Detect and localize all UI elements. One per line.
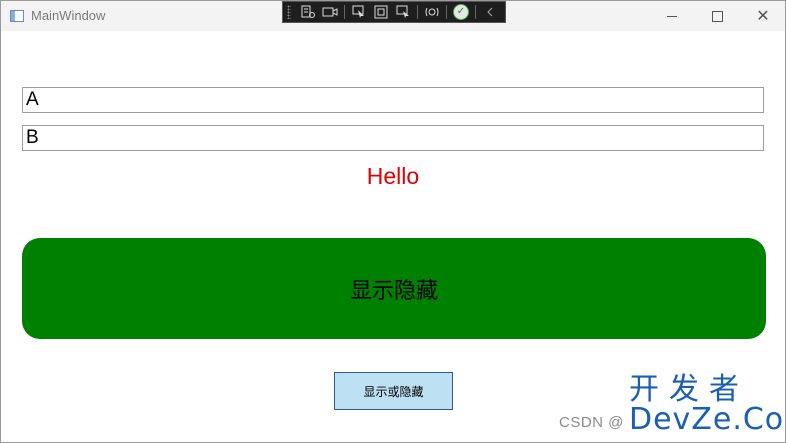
camera-icon[interactable]	[321, 4, 339, 20]
xaml-debug-toolbar: ✓	[282, 1, 506, 23]
check-circle-icon: ✓	[453, 4, 469, 20]
toggle-visibility-button[interactable]: 显示或隐藏	[334, 372, 453, 410]
track-focus-icon[interactable]	[394, 4, 412, 20]
textbox-a[interactable]: A	[22, 87, 764, 113]
check-icon[interactable]: ✓	[452, 4, 470, 20]
main-window: MainWindow ✕ ✓ A B Hello 显示隐藏 显示或隐藏 开发者 …	[0, 0, 786, 443]
toolbar-separator	[417, 5, 418, 19]
close-icon: ✕	[756, 6, 770, 25]
window-title: MainWindow	[31, 8, 106, 23]
app-icon	[10, 10, 24, 22]
watermark-brand-cn: 开发者	[629, 372, 749, 407]
hot-reload-icon[interactable]	[423, 4, 441, 20]
hello-label: Hello	[366, 163, 420, 189]
show-hide-button[interactable]: 显示隐藏	[22, 238, 766, 339]
watermark-csdn: CSDN @	[559, 414, 624, 431]
toolbar-separator	[344, 5, 345, 19]
maximize-button[interactable]	[694, 1, 740, 31]
collapse-icon[interactable]	[481, 4, 499, 20]
toolbar-grip-icon[interactable]	[287, 5, 291, 19]
live-visual-tree-icon[interactable]	[299, 4, 317, 20]
select-element-icon[interactable]	[350, 4, 368, 20]
toolbar-separator	[475, 5, 476, 19]
close-button[interactable]: ✕	[740, 1, 785, 31]
toolbar-separator	[446, 5, 447, 19]
minimize-button[interactable]	[649, 1, 695, 31]
maximize-icon	[711, 10, 723, 22]
textbox-b[interactable]: B	[22, 125, 764, 151]
display-layout-adorners-icon[interactable]	[372, 4, 390, 20]
minimize-icon	[667, 15, 677, 17]
watermark-brand-en: DevZe.CoM	[629, 402, 785, 437]
